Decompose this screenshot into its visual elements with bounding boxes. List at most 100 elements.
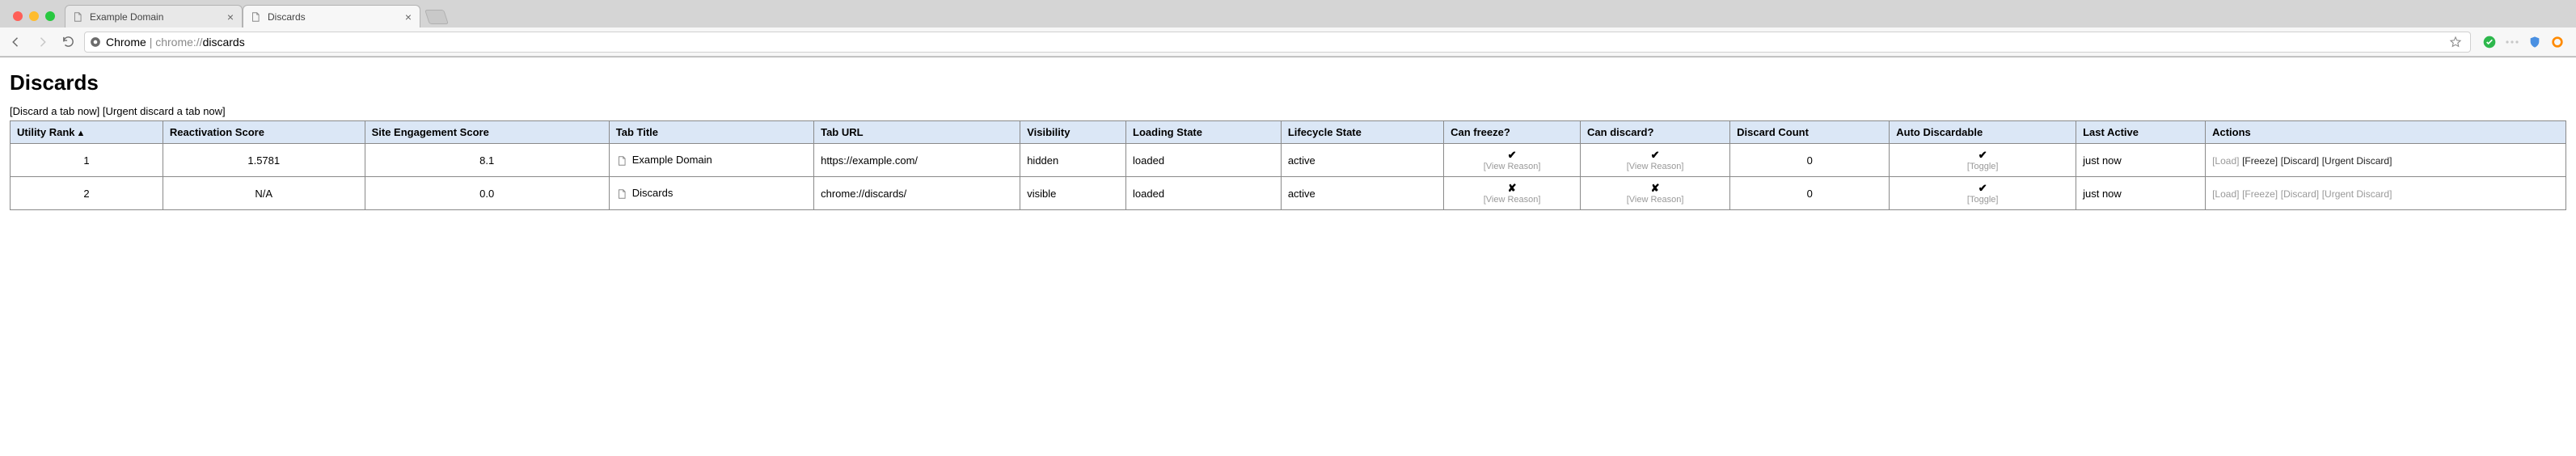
col-last-active[interactable]: Last Active: [2076, 121, 2206, 144]
discards-table: Utility Rank▲ Reactivation Score Site En…: [10, 120, 2566, 210]
col-visibility[interactable]: Visibility: [1020, 121, 1126, 144]
tab-strip: Example Domain×Discards×: [0, 0, 2576, 27]
view-reason-link[interactable]: [View Reason]: [1451, 195, 1573, 205]
view-reason-link[interactable]: [View Reason]: [1587, 162, 1723, 171]
close-tab-icon[interactable]: ×: [226, 11, 235, 23]
toggle-link[interactable]: [Toggle]: [1896, 162, 2069, 171]
tab-title-text: Discards: [632, 187, 674, 199]
toggle-link[interactable]: [Toggle]: [1896, 195, 2069, 205]
table-row: 11.57818.1 Example Domain https://example.…: [11, 144, 2566, 177]
reload-button[interactable]: [58, 32, 78, 52]
new-tab-button[interactable]: [424, 10, 449, 24]
action-freeze-link[interactable]: [Freeze]: [2242, 155, 2278, 167]
cross-icon: ✘: [1451, 182, 1573, 195]
cell-lifecycle-state: active: [1281, 144, 1443, 177]
page-title: Discards: [10, 70, 2566, 95]
toolbar: Chrome | chrome://discards: [0, 27, 2576, 57]
col-can-freeze[interactable]: Can freeze?: [1444, 121, 1581, 144]
page-favicon-icon: [72, 11, 83, 23]
address-bar[interactable]: Chrome | chrome://discards: [84, 32, 2471, 53]
cell-utility-rank: 2: [11, 177, 163, 210]
cell-last-active: just now: [2076, 177, 2206, 210]
maximize-window-button[interactable]: [45, 11, 55, 21]
cell-can-freeze: ✘[View Reason]: [1444, 177, 1581, 210]
col-reactivation-score[interactable]: Reactivation Score: [163, 121, 365, 144]
col-actions[interactable]: Actions: [2206, 121, 2566, 144]
close-tab-icon[interactable]: ×: [403, 11, 413, 23]
extension-shield-icon[interactable]: [2527, 35, 2542, 49]
col-can-discard[interactable]: Can discard?: [1581, 121, 1730, 144]
extension-orange-ring-icon[interactable]: [2550, 35, 2565, 49]
cell-last-active: just now: [2076, 144, 2206, 177]
cell-actions: [Load] [Freeze] [Discard] [Urgent Discar…: [2206, 144, 2566, 177]
view-reason-link[interactable]: [View Reason]: [1587, 195, 1723, 205]
page-favicon-icon: [616, 155, 627, 167]
table-row: 2N/A0.0Discardschrome://discards/visible…: [11, 177, 2566, 210]
browser-chrome: Example Domain×Discards× Chrome | chrome…: [0, 0, 2576, 57]
cell-can-discard: ✔[View Reason]: [1581, 144, 1730, 177]
col-discard-count[interactable]: Discard Count: [1730, 121, 1890, 144]
cell-can-freeze: ✔[View Reason]: [1444, 144, 1581, 177]
check-icon: ✔: [1896, 149, 2069, 162]
cell-loading-state: loaded: [1126, 144, 1282, 177]
cell-site-engagement: 8.1: [365, 144, 609, 177]
url-text: Chrome | chrome://discards: [106, 36, 2446, 49]
action-urgent-discard-link[interactable]: [Urgent Discard]: [2322, 155, 2392, 167]
check-icon: ✔: [1451, 149, 1573, 162]
forward-button[interactable]: [32, 32, 52, 52]
extension-menu-icon[interactable]: [2505, 35, 2519, 49]
check-icon: ✔: [1896, 182, 2069, 195]
close-window-button[interactable]: [13, 11, 23, 21]
col-lifecycle-state[interactable]: Lifecycle State: [1281, 121, 1443, 144]
urgent-discard-tab-now-link[interactable]: [Urgent discard a tab now]: [103, 105, 226, 117]
col-auto-discardable[interactable]: Auto Discardable: [1890, 121, 2076, 144]
action-discard-link[interactable]: [Discard]: [2281, 155, 2319, 167]
top-actions: [Discard a tab now] [Urgent discard a ta…: [10, 105, 2566, 117]
chrome-scheme-icon: [90, 36, 101, 48]
page-content: Discards [Discard a tab now] [Urgent dis…: [0, 57, 2576, 218]
sort-asc-icon: ▲: [77, 129, 86, 138]
check-icon: ✔: [1587, 149, 1723, 162]
back-button[interactable]: [6, 32, 26, 52]
browser-tab[interactable]: Example Domain×: [65, 5, 243, 27]
col-site-engagement[interactable]: Site Engagement Score: [365, 121, 609, 144]
extension-green-check-icon[interactable]: [2482, 35, 2497, 49]
url-scheme-label: Chrome: [106, 36, 146, 49]
page-favicon-icon: [616, 188, 627, 200]
col-loading-state[interactable]: Loading State: [1126, 121, 1282, 144]
cell-auto-discardable: ✔[Toggle]: [1890, 177, 2076, 210]
cell-tab-title: Discards: [609, 177, 813, 210]
cell-tab-url: chrome://discards/: [814, 177, 1020, 210]
cell-loading-state: loaded: [1126, 177, 1282, 210]
view-reason-link[interactable]: [View Reason]: [1451, 162, 1573, 171]
cell-site-engagement: 0.0: [365, 177, 609, 210]
window-controls: [6, 11, 65, 27]
cell-actions: [Load] [Freeze] [Discard] [Urgent Discar…: [2206, 177, 2566, 210]
cell-discard-count: 0: [1730, 177, 1890, 210]
action-load-link[interactable]: [Load]: [2212, 188, 2239, 200]
cell-visibility: visible: [1020, 177, 1126, 210]
tab-title-text: Example Domain: [632, 154, 712, 166]
action-discard-link[interactable]: [Discard]: [2281, 188, 2319, 200]
discard-tab-now-link[interactable]: [Discard a tab now]: [10, 105, 99, 117]
col-tab-title[interactable]: Tab Title: [609, 121, 813, 144]
col-utility-rank[interactable]: Utility Rank▲: [11, 121, 163, 144]
cell-can-discard: ✘[View Reason]: [1581, 177, 1730, 210]
browser-tab[interactable]: Discards×: [243, 5, 420, 27]
cell-utility-rank: 1: [11, 144, 163, 177]
action-freeze-link[interactable]: [Freeze]: [2242, 188, 2278, 200]
cell-tab-url: https://example.com/: [814, 144, 1020, 177]
cell-discard-count: 0: [1730, 144, 1890, 177]
col-tab-url[interactable]: Tab URL: [814, 121, 1020, 144]
action-urgent-discard-link[interactable]: [Urgent Discard]: [2322, 188, 2392, 200]
page-favicon-icon: [250, 11, 261, 23]
cell-tab-title: Example Domain: [609, 144, 813, 177]
cell-auto-discardable: ✔[Toggle]: [1890, 144, 2076, 177]
action-load-link[interactable]: [Load]: [2212, 155, 2239, 167]
cell-reactivation-score: 1.5781: [163, 144, 365, 177]
cell-lifecycle-state: active: [1281, 177, 1443, 210]
minimize-window-button[interactable]: [29, 11, 39, 21]
bookmark-star-icon[interactable]: [2446, 36, 2465, 49]
extension-icons: [2477, 35, 2570, 49]
cell-visibility: hidden: [1020, 144, 1126, 177]
